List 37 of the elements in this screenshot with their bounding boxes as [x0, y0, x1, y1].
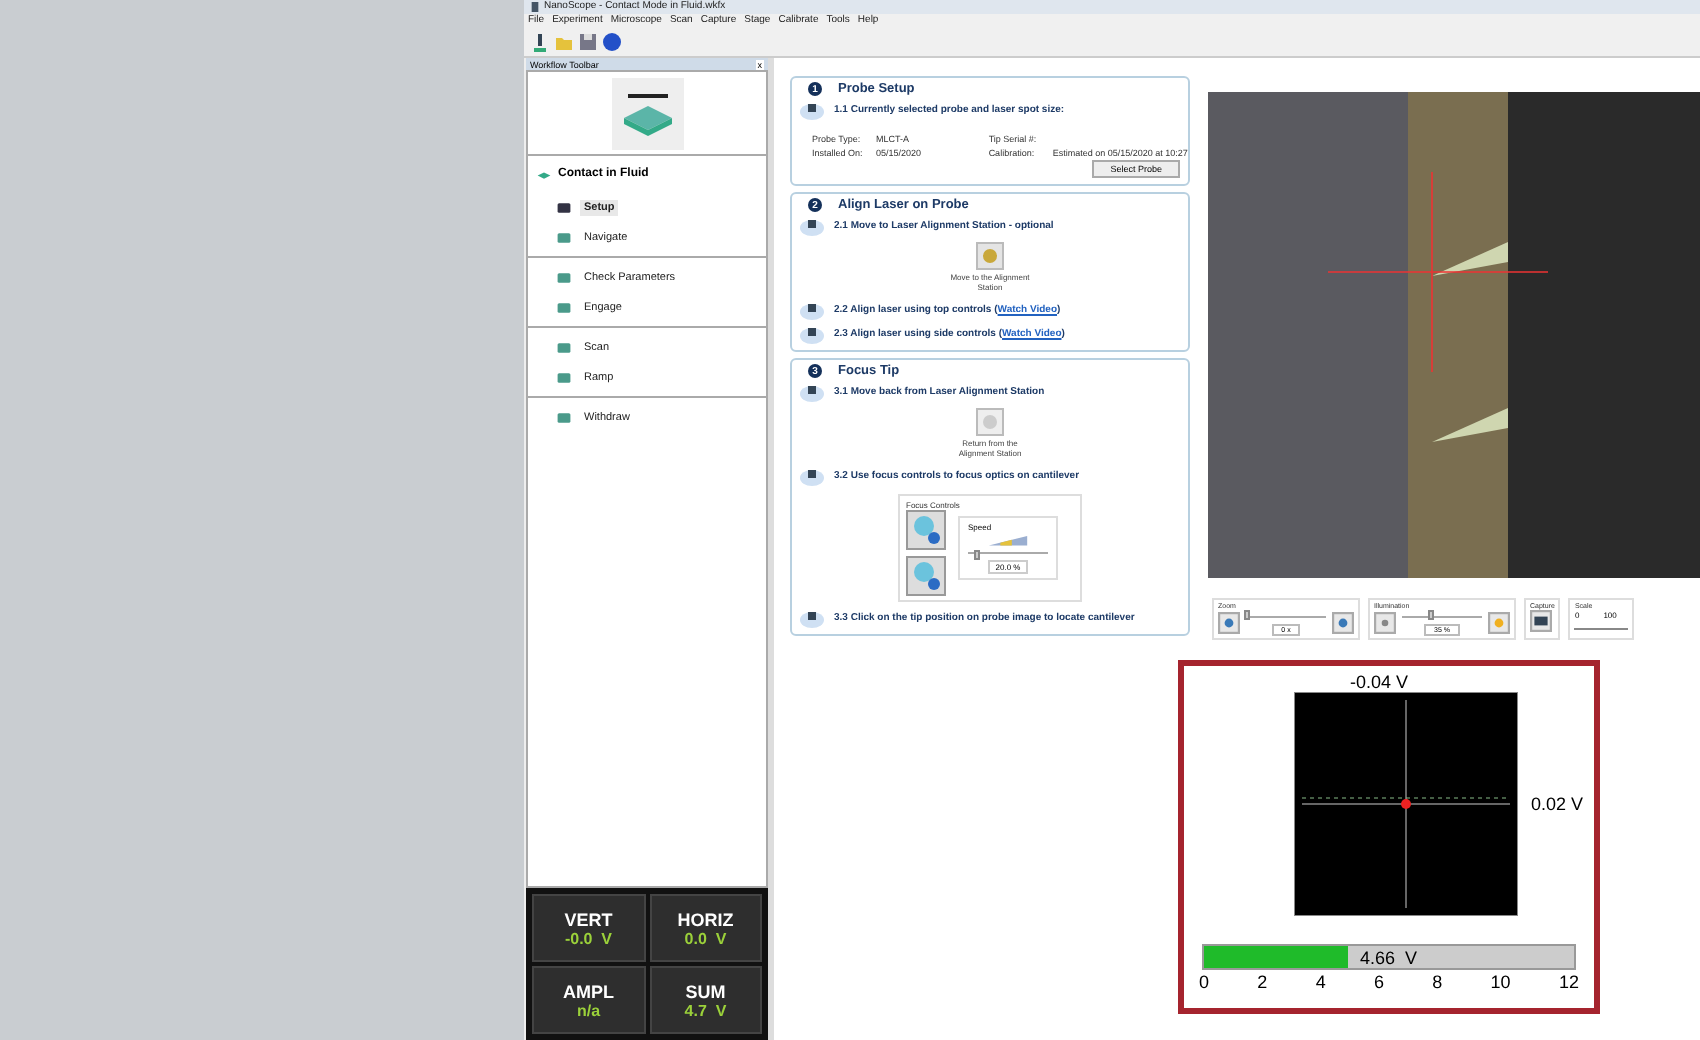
camera-image[interactable]: [1208, 92, 1700, 578]
save-icon[interactable]: [578, 32, 598, 52]
horizontal-reading: 0.02 V: [1530, 794, 1584, 814]
readout-label: AMPL: [563, 981, 614, 1001]
dim-icon[interactable]: [1374, 612, 1396, 634]
help-icon[interactable]: [602, 32, 622, 52]
readout-value: 0.0 V: [684, 929, 727, 947]
app-icon: [530, 2, 540, 12]
stage-icon: [611, 78, 683, 150]
zoom-in-icon[interactable]: [1332, 612, 1354, 634]
sun-icon[interactable]: [1488, 612, 1510, 634]
zoom-out-icon[interactable]: [1218, 612, 1240, 634]
slider-thumb[interactable]: [1427, 610, 1433, 620]
microscope-icon[interactable]: [530, 32, 550, 52]
speed-slider[interactable]: [968, 549, 1048, 556]
slider-thumb[interactable]: [973, 549, 979, 560]
readout-value: 4.7 V: [684, 1001, 727, 1019]
readout-value: n/a: [576, 1001, 601, 1019]
focus-up-button[interactable]: [906, 510, 946, 550]
readout-label: HORIZ: [677, 909, 734, 929]
axis-tick-label: 0: [1199, 972, 1210, 992]
axis-tick-label: 12: [1558, 972, 1579, 992]
alignment-station-button[interactable]: [976, 242, 1004, 270]
camera-icon[interactable]: [1530, 610, 1552, 632]
focus-down-button[interactable]: [906, 556, 946, 596]
slider-thumb[interactable]: [1243, 610, 1249, 620]
axis-tick-label: 4: [1315, 972, 1326, 992]
axis-tick-label: 8: [1432, 972, 1443, 992]
readout-label: VERT: [564, 909, 613, 929]
readout-label: SUM: [685, 981, 726, 1001]
vertical-reading: -0.04 V: [1349, 672, 1409, 692]
axis-tick-label: 6: [1373, 972, 1384, 992]
step-icon: [556, 410, 572, 426]
axis-tick-label: 2: [1257, 972, 1268, 992]
readout-value: -0.0 V: [564, 929, 613, 947]
axis-tick-label: 10: [1490, 972, 1511, 992]
sum-reading: 4.66 V: [1360, 947, 1418, 967]
